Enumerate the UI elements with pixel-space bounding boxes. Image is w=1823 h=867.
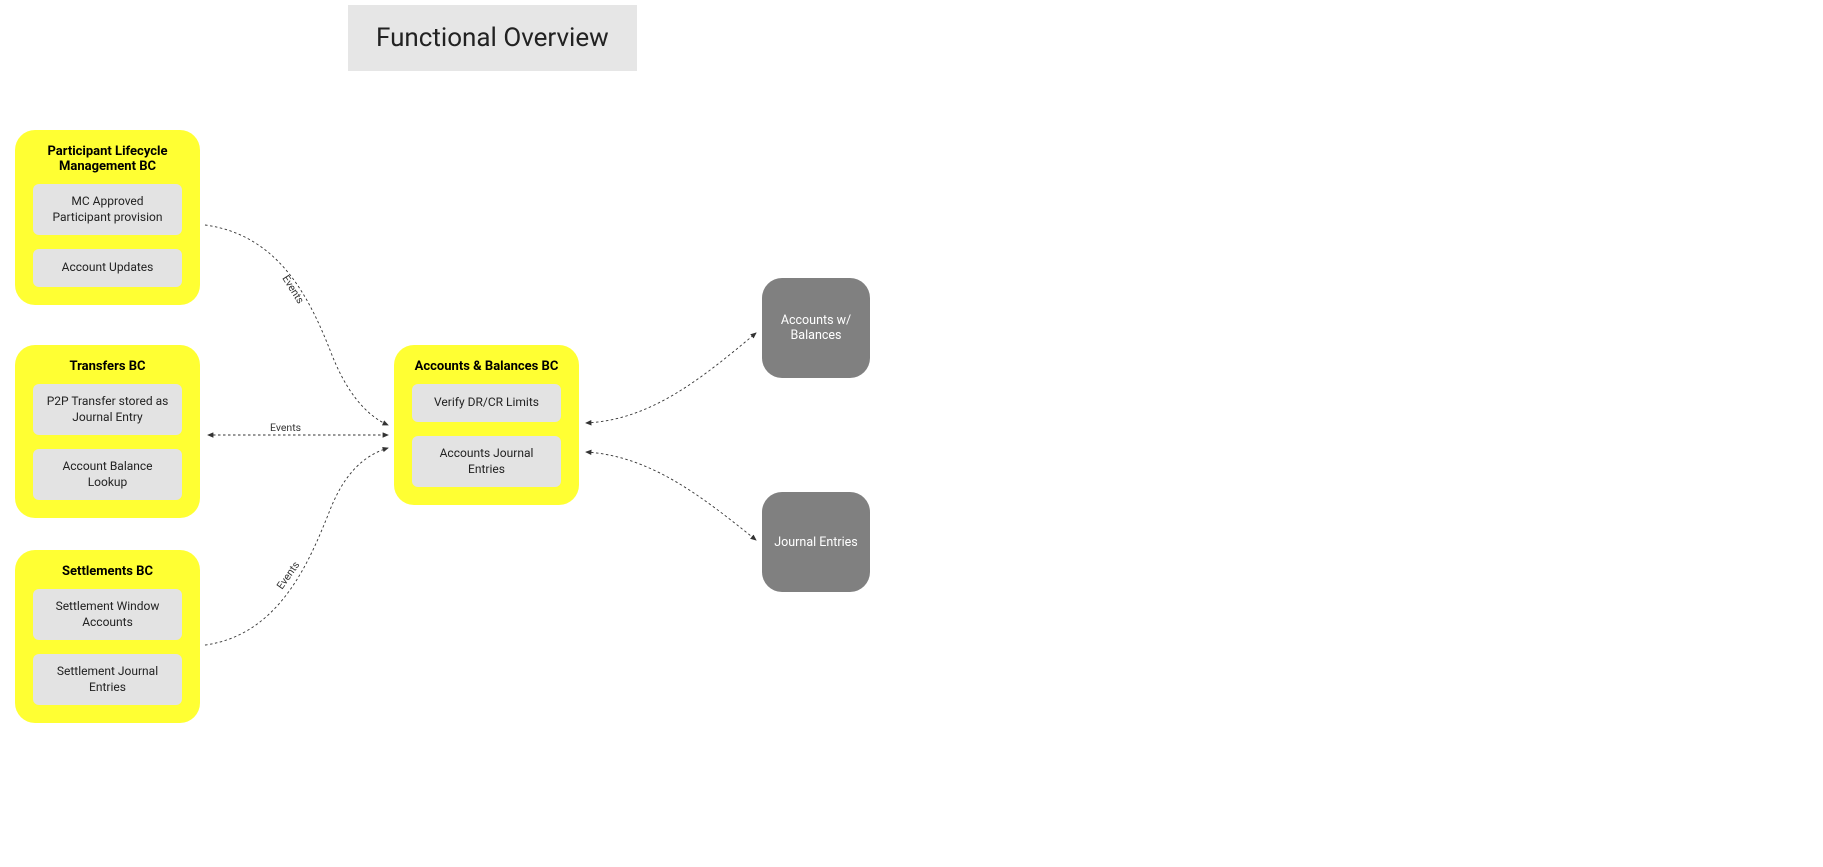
box-accounts: Accounts & Balances BC Verify DR/CR Limi…	[394, 345, 579, 505]
box-settlements-card-0: Settlement Window Accounts	[33, 589, 182, 640]
box-transfers-title: Transfers BC	[33, 359, 182, 374]
box-accounts-title: Accounts & Balances BC	[412, 359, 561, 374]
box-journal-entries-label: Journal Entries	[774, 535, 857, 550]
edge-accounts-balances	[586, 333, 756, 423]
box-settlements-card-1: Settlement Journal Entries	[33, 654, 182, 705]
edge-transfers-accounts-label: Events	[270, 421, 301, 434]
edge-accounts-journal	[586, 452, 756, 540]
edge-plm-accounts	[205, 225, 388, 425]
box-journal-entries: Journal Entries	[762, 492, 870, 592]
box-accounts-balances: Accounts w/ Balances	[762, 278, 870, 378]
edge-settlements-accounts	[205, 448, 388, 645]
edge-plm-accounts-label: Events	[279, 273, 306, 306]
box-plm-card-1: Account Updates	[33, 249, 182, 287]
diagram-title-text: Functional Overview	[376, 23, 609, 53]
edge-settlements-accounts-label: Events	[274, 559, 302, 592]
box-transfers: Transfers BC P2P Transfer stored as Jour…	[15, 345, 200, 518]
box-accounts-balances-label: Accounts w/ Balances	[770, 313, 862, 343]
box-plm: Participant Lifecycle Management BC MC A…	[15, 130, 200, 305]
box-settlements: Settlements BC Settlement Window Account…	[15, 550, 200, 723]
box-transfers-card-1: Account Balance Lookup	[33, 449, 182, 500]
box-plm-title: Participant Lifecycle Management BC	[33, 144, 182, 174]
connectors: Events Events Events	[0, 0, 1823, 867]
box-accounts-card-1: Accounts Journal Entries	[412, 436, 561, 487]
box-plm-card-0: MC Approved Participant provision	[33, 184, 182, 235]
diagram-title: Functional Overview	[348, 5, 637, 71]
box-settlements-title: Settlements BC	[33, 564, 182, 579]
box-transfers-card-0: P2P Transfer stored as Journal Entry	[33, 384, 182, 435]
box-accounts-card-0: Verify DR/CR Limits	[412, 384, 561, 422]
